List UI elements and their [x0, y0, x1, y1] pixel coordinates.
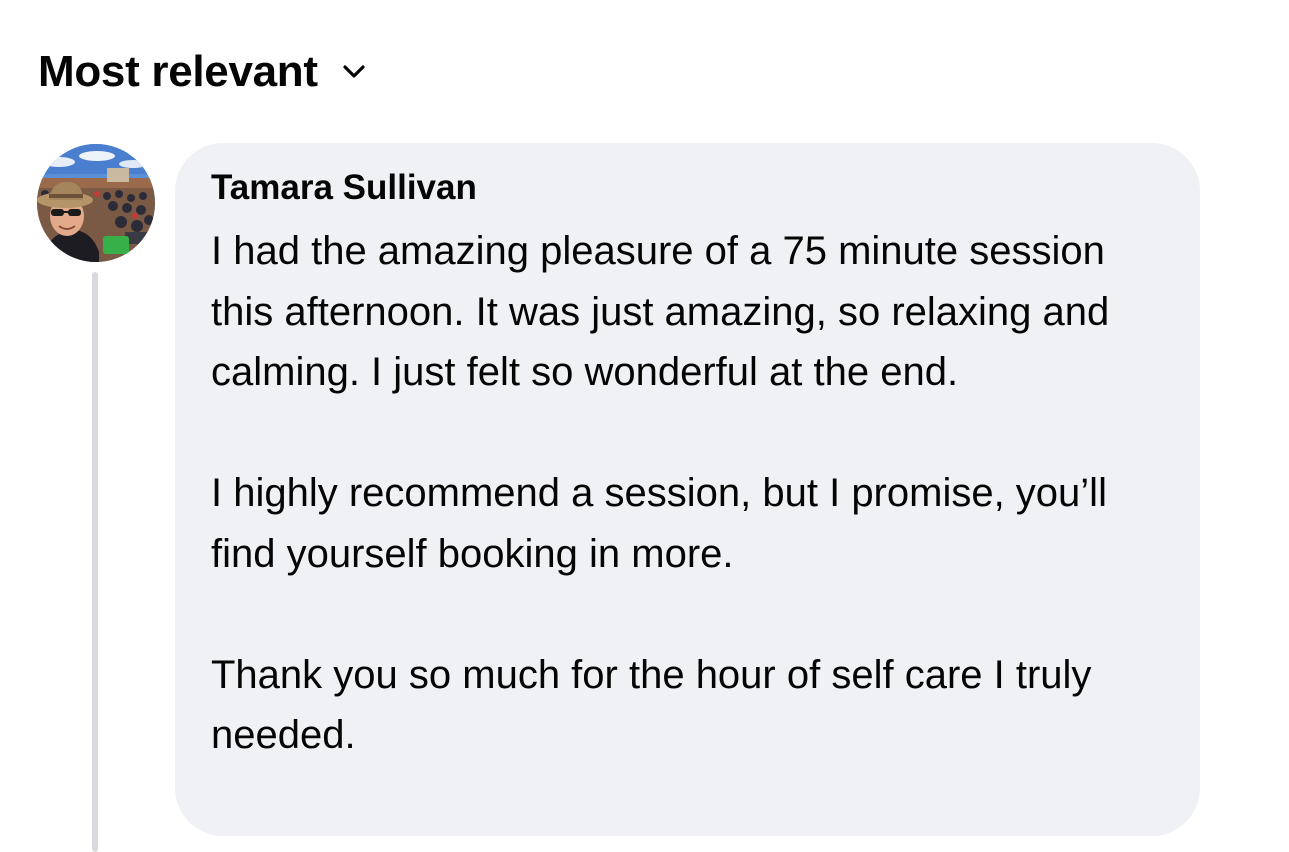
- comment-bubble: Tamara Sullivan I had the amazing pleasu…: [175, 143, 1200, 836]
- sort-dropdown[interactable]: Most relevant: [38, 44, 368, 100]
- comment-paragraph: I had the amazing pleasure of a 75 minut…: [211, 229, 1110, 394]
- chevron-down-icon: [340, 58, 368, 86]
- thread-line: [92, 272, 98, 852]
- avatar[interactable]: [37, 144, 155, 262]
- comment-paragraph: I highly recommend a session, but I prom…: [211, 471, 1107, 576]
- comment-text: I had the amazing pleasure of a 75 minut…: [211, 221, 1164, 766]
- comment-paragraph: Thank you so much for the hour of self c…: [211, 652, 1092, 758]
- sort-dropdown-label: Most relevant: [38, 47, 318, 96]
- comment-author-name[interactable]: Tamara Sullivan: [211, 165, 1164, 211]
